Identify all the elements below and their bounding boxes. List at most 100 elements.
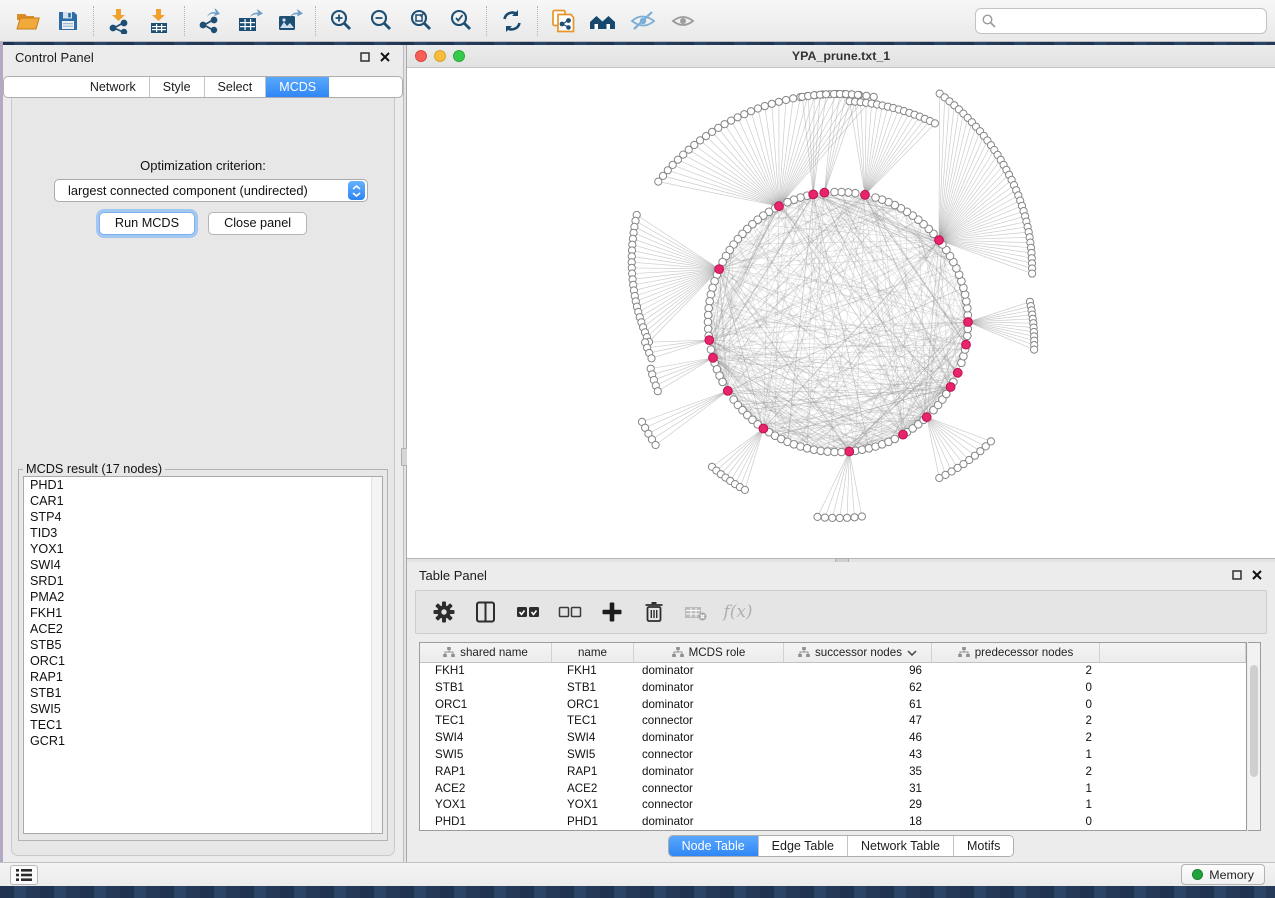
- table-cell-successor-nodes[interactable]: 43: [784, 747, 932, 764]
- zoom-fit-icon[interactable]: [401, 4, 441, 38]
- table-cell-name[interactable]: RAP1: [552, 764, 634, 781]
- network-window-titlebar[interactable]: YPA_prune.txt_1: [407, 45, 1275, 68]
- mcds-node[interactable]: [705, 336, 714, 345]
- mcds-node[interactable]: [935, 236, 944, 245]
- zoom-in-icon[interactable]: [321, 4, 361, 38]
- open-file-icon[interactable]: [8, 4, 48, 38]
- table-cell-successor-nodes[interactable]: 46: [784, 730, 932, 747]
- table-cell-predecessor-nodes[interactable]: 1: [932, 747, 1100, 764]
- mcds-result-item[interactable]: PMA2: [24, 589, 382, 605]
- table-cell-name[interactable]: PHD1: [552, 814, 634, 831]
- mcds-node[interactable]: [709, 353, 718, 362]
- apply-layout-icon[interactable]: [492, 4, 532, 38]
- mcds-result-item[interactable]: PHD1: [24, 477, 382, 493]
- mcds-node[interactable]: [775, 202, 784, 211]
- tab-node-table[interactable]: Node Table: [669, 836, 758, 856]
- table-cell-name[interactable]: SWI4: [552, 730, 634, 747]
- mcds-result-item[interactable]: GCR1: [24, 733, 382, 749]
- close-icon[interactable]: [1251, 569, 1263, 581]
- zoom-out-icon[interactable]: [361, 4, 401, 38]
- mcds-result-item[interactable]: TID3: [24, 525, 382, 541]
- mcds-result-item[interactable]: CAR1: [24, 493, 382, 509]
- mcds-result-item[interactable]: STP4: [24, 509, 382, 525]
- mcds-node[interactable]: [723, 387, 732, 396]
- export-image-icon[interactable]: [270, 4, 310, 38]
- table-cell-predecessor-nodes[interactable]: 0: [932, 697, 1100, 714]
- first-neighbors-icon[interactable]: [583, 4, 623, 38]
- table-cell-mcds-role[interactable]: dominator: [634, 680, 784, 697]
- table-cell-mcds-role[interactable]: dominator: [634, 730, 784, 747]
- zoom-selected-icon[interactable]: [441, 4, 481, 38]
- mcds-node[interactable]: [964, 318, 973, 327]
- table-row[interactable]: STB1STB1dominator620: [420, 680, 1246, 697]
- mcds-node[interactable]: [809, 190, 818, 199]
- hide-selected-icon[interactable]: [623, 4, 663, 38]
- mcds-node[interactable]: [962, 340, 971, 349]
- mcds-result-item[interactable]: SWI5: [24, 701, 382, 717]
- close-panel-button[interactable]: Close panel: [208, 212, 307, 235]
- close-icon[interactable]: [379, 51, 391, 63]
- mcds-node[interactable]: [946, 383, 955, 392]
- table-cell-predecessor-nodes[interactable]: 2: [932, 713, 1100, 730]
- gear-icon[interactable]: [430, 598, 458, 626]
- table-row[interactable]: SWI4SWI4dominator462: [420, 730, 1246, 747]
- mcds-result-item[interactable]: YOX1: [24, 541, 382, 557]
- table-cell-predecessor-nodes[interactable]: 2: [932, 663, 1100, 680]
- table-cell-mcds-role[interactable]: connector: [634, 713, 784, 730]
- mcds-result-item[interactable]: RAP1: [24, 669, 382, 685]
- table-cell-predecessor-nodes[interactable]: 1: [932, 781, 1100, 798]
- tab-select[interactable]: Select: [204, 77, 266, 97]
- column-header-mcds-role[interactable]: MCDS role: [634, 643, 784, 662]
- column-header-successor-nodes[interactable]: successor nodes: [784, 643, 932, 662]
- mcds-node[interactable]: [953, 368, 962, 377]
- mcds-result-item[interactable]: SWI4: [24, 557, 382, 573]
- float-icon[interactable]: [1231, 569, 1243, 581]
- table-cell-shared-name[interactable]: SWI4: [420, 730, 552, 747]
- table-row[interactable]: RAP1RAP1dominator352: [420, 764, 1246, 781]
- table-cell-successor-nodes[interactable]: 35: [784, 764, 932, 781]
- column-header-predecessor-nodes[interactable]: predecessor nodes: [932, 643, 1100, 662]
- select-all-icon[interactable]: [514, 598, 542, 626]
- tab-mcds[interactable]: MCDS: [265, 77, 329, 97]
- table-cell-name[interactable]: TEC1: [552, 713, 634, 730]
- table-cell-successor-nodes[interactable]: 18: [784, 814, 932, 831]
- save-session-icon[interactable]: [48, 4, 88, 38]
- add-column-icon[interactable]: [598, 598, 626, 626]
- table-cell-shared-name[interactable]: ORC1: [420, 697, 552, 714]
- mcds-result-item[interactable]: SRD1: [24, 573, 382, 589]
- tab-motifs[interactable]: Motifs: [953, 836, 1013, 856]
- table-cell-successor-nodes[interactable]: 61: [784, 697, 932, 714]
- column-layout-icon[interactable]: [472, 598, 500, 626]
- table-cell-mcds-role[interactable]: connector: [634, 781, 784, 798]
- table-row[interactable]: TEC1TEC1connector472: [420, 713, 1246, 730]
- mcds-node[interactable]: [759, 424, 768, 433]
- mcds-result-item[interactable]: ACE2: [24, 621, 382, 637]
- table-cell-predecessor-nodes[interactable]: 1: [932, 797, 1100, 814]
- task-history-icon[interactable]: [10, 865, 38, 885]
- table-cell-predecessor-nodes[interactable]: 0: [932, 680, 1100, 697]
- table-cell-shared-name[interactable]: SWI5: [420, 747, 552, 764]
- float-icon[interactable]: [359, 51, 371, 63]
- table-cell-mcds-role[interactable]: connector: [634, 797, 784, 814]
- table-cell-mcds-role[interactable]: dominator: [634, 764, 784, 781]
- network-graph[interactable]: [407, 68, 1275, 558]
- show-all-icon[interactable]: [663, 4, 703, 38]
- table-cell-successor-nodes[interactable]: 29: [784, 797, 932, 814]
- column-header-name[interactable]: name: [552, 643, 634, 662]
- table-scrollbar[interactable]: [1248, 642, 1261, 831]
- tab-edge-table[interactable]: Edge Table: [758, 836, 847, 856]
- mcds-node[interactable]: [715, 265, 724, 274]
- mcds-node[interactable]: [899, 430, 908, 439]
- table-cell-name[interactable]: YOX1: [552, 797, 634, 814]
- mcds-node[interactable]: [820, 188, 829, 197]
- table-cell-successor-nodes[interactable]: 47: [784, 713, 932, 730]
- table-cell-successor-nodes[interactable]: 31: [784, 781, 932, 798]
- table-row[interactable]: YOX1YOX1connector291: [420, 797, 1246, 814]
- network-canvas[interactable]: [407, 68, 1275, 558]
- table-cell-successor-nodes[interactable]: 62: [784, 680, 932, 697]
- table-cell-name[interactable]: SWI5: [552, 747, 634, 764]
- table-cell-shared-name[interactable]: ACE2: [420, 781, 552, 798]
- table-row[interactable]: SWI5SWI5connector431: [420, 747, 1246, 764]
- table-cell-shared-name[interactable]: STB1: [420, 680, 552, 697]
- table-cell-mcds-role[interactable]: dominator: [634, 697, 784, 714]
